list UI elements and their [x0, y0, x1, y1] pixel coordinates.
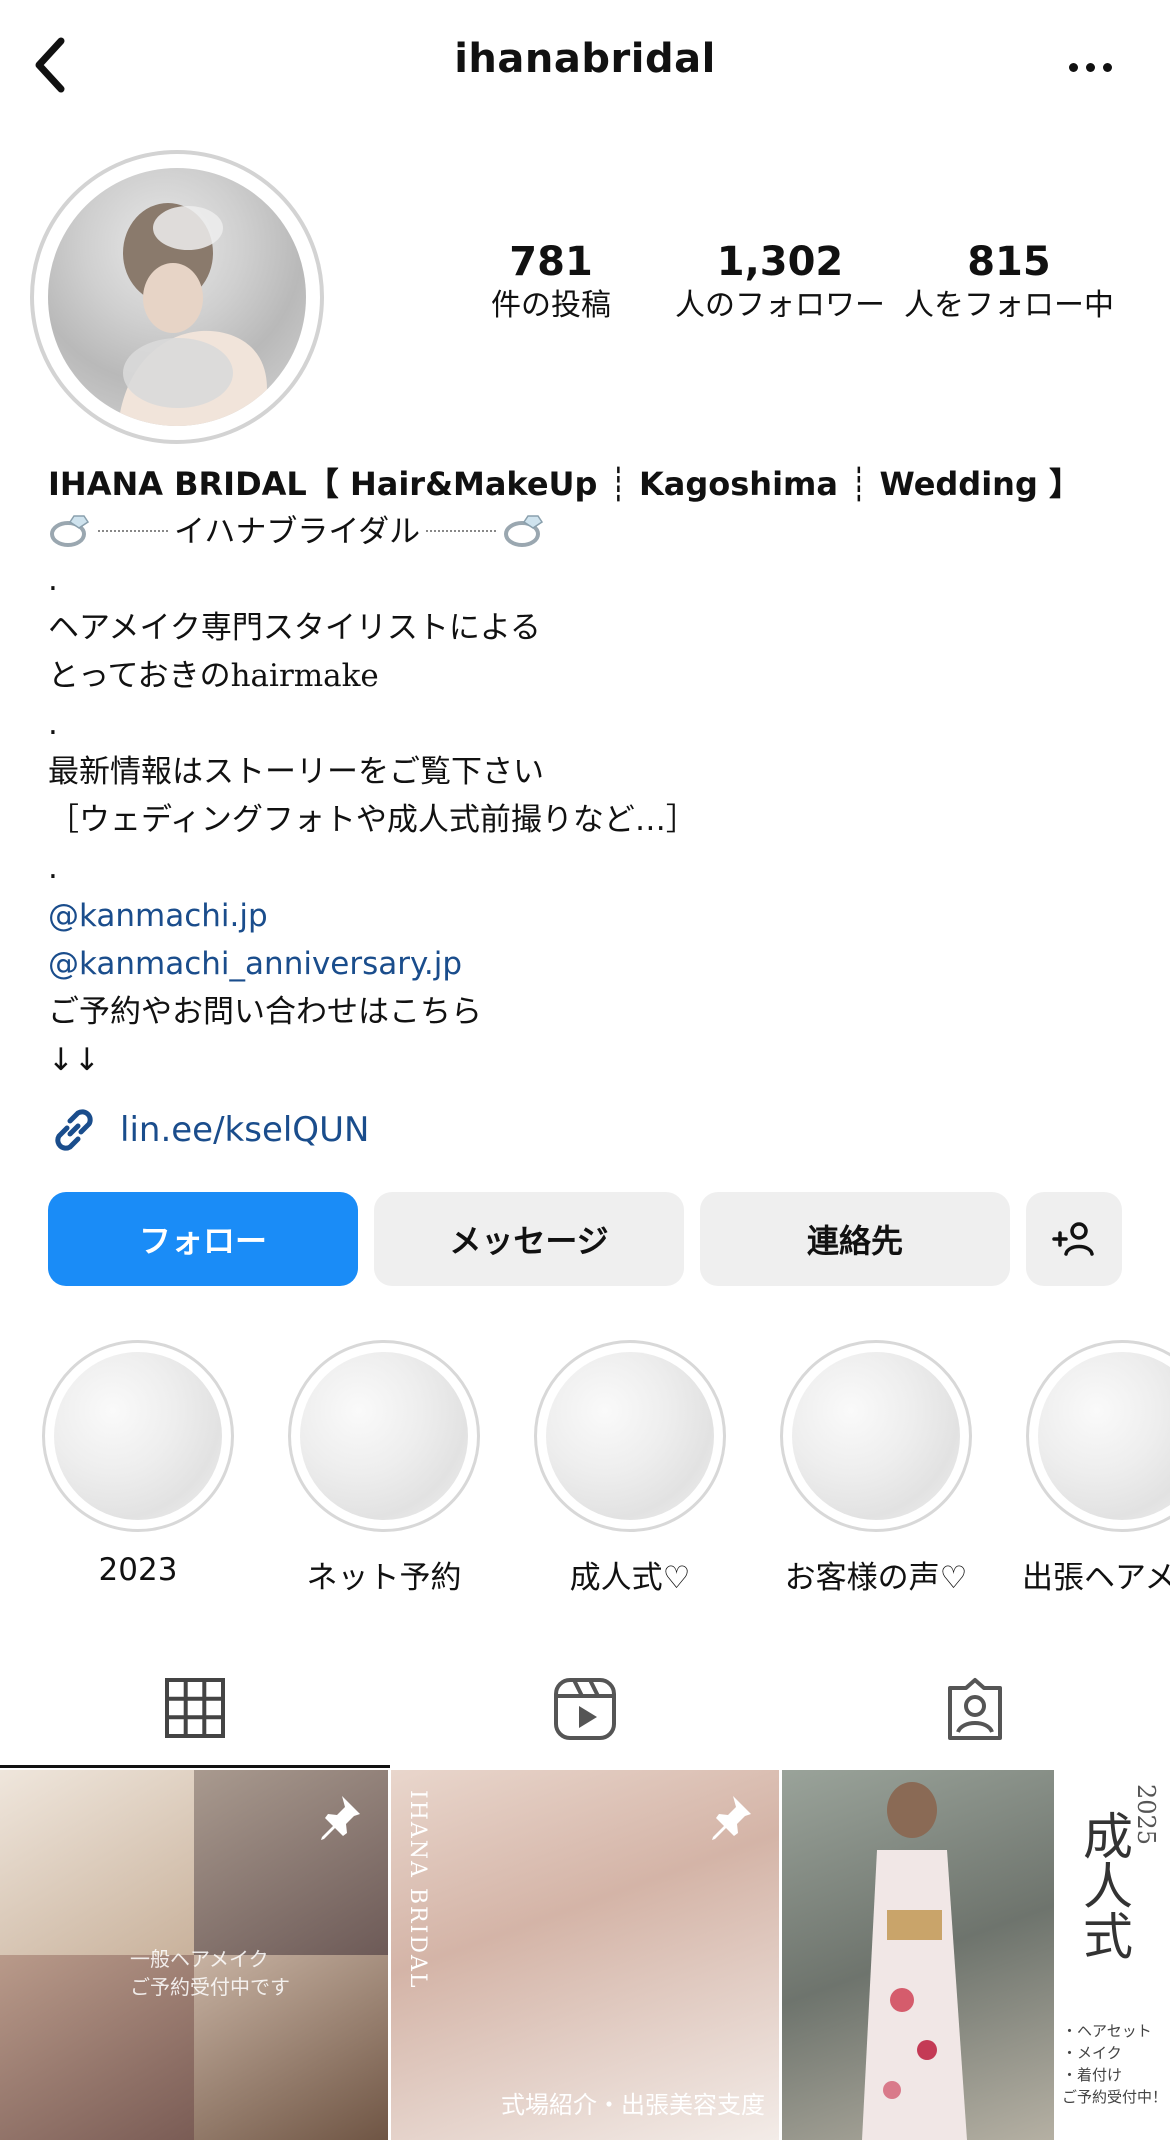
post-thumbnail[interactable]: IHANA BRIDAL 式場紹介・出張美容支度	[391, 1770, 779, 2140]
reels-icon	[554, 1678, 616, 1740]
pin-icon	[321, 1796, 360, 1840]
highlight-item[interactable]: ネット予約	[284, 1340, 484, 1597]
avatar	[48, 168, 306, 426]
highlight-label: お客様の声♡	[784, 1560, 968, 1596]
follow-button[interactable]: フォロー	[48, 1192, 358, 1286]
pin-icon	[712, 1796, 751, 1840]
profile-bio: IHANA BRIDAL【 Hair&MakeUp ┊ Kagoshima ┊ …	[48, 460, 1138, 1084]
posts-label: 件の投稿	[491, 288, 612, 323]
post-caption: 式場紹介・出張美容支度	[501, 2091, 765, 2119]
grid-icon	[165, 1677, 225, 1738]
highlight-cover	[54, 1352, 222, 1520]
followers-label: 人のフォロワー	[675, 288, 885, 323]
tagline: イハナブライダル	[174, 514, 421, 550]
external-link[interactable]: lin.ee/kselQUN	[48, 1100, 369, 1160]
following-stat[interactable]: 815 人をフォロー中	[898, 238, 1120, 338]
followers-count: 1,302	[716, 239, 844, 285]
highlight-item[interactable]: 2023	[38, 1340, 238, 1588]
link-icon	[55, 1109, 93, 1151]
message-button[interactable]: メッセージ	[374, 1192, 684, 1286]
ring-icon	[50, 515, 90, 547]
bio-line-4: ［ウェディングフォトや成人式前撮りなど…］	[48, 802, 697, 838]
post-overlay-text: 一般ヘアメイク ご予約受付中です	[130, 1947, 290, 1999]
bio-dot: .	[48, 562, 58, 598]
post-menu-list: ・ヘアセット ・メイク ・着付け ご予約受付中！	[1062, 2022, 1168, 2106]
contact-button[interactable]: 連絡先	[700, 1192, 1010, 1286]
bio-arrows: ↓↓	[48, 1042, 100, 1078]
bio-dot: .	[48, 706, 58, 742]
post-thumbnail[interactable]: 成人式 2025 ・ヘアセット ・メイク ・着付け ご予約受付中！	[782, 1770, 1170, 2140]
profile-stats: 781 件の投稿 1,302 人のフォロワー 815 人をフォロー中	[440, 238, 1120, 338]
bio-line-2: とっておきのhairmake	[48, 658, 379, 694]
highlight-cover	[546, 1352, 714, 1520]
more-button[interactable]	[1060, 42, 1120, 92]
bio-line-1: ヘアメイク専門スタイリストによる	[48, 610, 541, 646]
add-person-icon	[1052, 1222, 1094, 1256]
posts-stat[interactable]: 781 件の投稿	[440, 238, 662, 338]
post-year: 2025	[1132, 1784, 1160, 1846]
posts-count: 781	[509, 239, 593, 285]
post-photo	[782, 1770, 1054, 2140]
display-name: IHANA BRIDAL【 Hair&MakeUp ┊ Kagoshima ┊ …	[48, 465, 1082, 503]
tagline-line: イハナブライダル	[48, 508, 1138, 556]
tab-tagged[interactable]	[780, 1650, 1170, 1768]
post-text-panel: 成人式 2025 ・ヘアセット ・メイク ・着付け ご予約受付中！	[1054, 1770, 1170, 2140]
header-bar: ihanabridal	[0, 0, 1170, 130]
highlight-label: ネット予約	[306, 1560, 462, 1596]
tab-posts-grid[interactable]	[0, 1650, 390, 1768]
highlight-item[interactable]: 成人式♡	[530, 1340, 730, 1597]
following-count: 815	[967, 239, 1051, 285]
bio-dot: .	[48, 850, 58, 886]
mention-link-2[interactable]: @kanmachi_anniversary.jp	[48, 940, 1138, 988]
followers-stat[interactable]: 1,302 人のフォロワー	[662, 238, 898, 338]
highlight-item[interactable]: 出張ヘアメ	[1022, 1340, 1170, 1597]
action-buttons: フォロー メッセージ 連絡先	[48, 1192, 1122, 1286]
posts-grid: 一般ヘアメイク ご予約受付中です IHANA BRIDAL 式場紹介・出張美容支…	[0, 1770, 1170, 2140]
highlight-item[interactable]: お客様の声♡	[776, 1340, 976, 1597]
highlight-label: 出張ヘアメ	[1022, 1560, 1170, 1596]
profile-tabs	[0, 1650, 1170, 1768]
post-title: 成人式	[1075, 1810, 1133, 1960]
tab-reels[interactable]	[390, 1650, 780, 1768]
following-label: 人をフォロー中	[903, 288, 1114, 323]
tagged-icon	[948, 1678, 1002, 1740]
highlight-label: 2023	[98, 1552, 178, 1588]
profile-page: ihanabridal 781 件の投稿 1,302 人のフォロワー 815 人…	[0, 0, 1170, 2140]
post-thumbnail[interactable]: 一般ヘアメイク ご予約受付中です	[0, 1770, 388, 2140]
more-horizontal-icon	[1068, 62, 1078, 72]
highlight-label: 成人式♡	[569, 1560, 691, 1596]
bio-line-3: 最新情報はストーリーをご覧下さい	[48, 754, 544, 790]
mention-link-1[interactable]: @kanmachi.jp	[48, 892, 1138, 940]
ring-icon	[504, 515, 544, 547]
highlight-cover	[792, 1352, 960, 1520]
highlight-cover	[300, 1352, 468, 1520]
username-title: ihanabridal	[454, 36, 716, 82]
story-highlights: 2023 ネット予約 成人式♡ お客様の声♡ 出張ヘアメ	[0, 1340, 1170, 1596]
bio-line-5: ご予約やお問い合わせはこちら	[48, 994, 482, 1030]
post-vertical-text: IHANA BRIDAL	[405, 1790, 430, 1990]
suggested-users-button[interactable]	[1026, 1192, 1122, 1286]
highlight-cover	[1038, 1352, 1170, 1520]
link-text: lin.ee/kselQUN	[120, 1110, 370, 1150]
avatar-ring[interactable]	[30, 150, 324, 444]
